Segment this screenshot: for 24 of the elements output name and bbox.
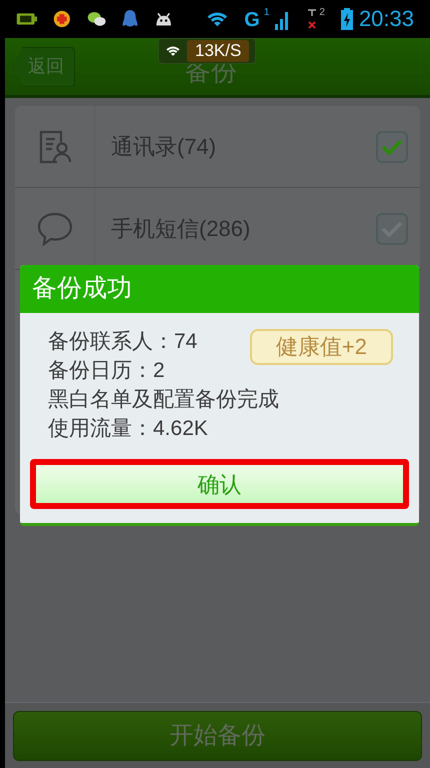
battery-saver-icon	[16, 11, 37, 27]
health-badge: 健康值+2	[250, 329, 393, 365]
checkbox[interactable]	[376, 130, 408, 162]
clock: 20:33	[358, 8, 414, 30]
network-speed: 13K/S	[187, 40, 250, 62]
network-type-label: G	[244, 10, 260, 30]
sim-label: 2	[319, 8, 325, 18]
no-signal-icon	[307, 8, 318, 30]
medical-cross-icon	[52, 8, 71, 30]
chat-bubbles-icon	[86, 9, 106, 29]
confirm-button[interactable]: 确认	[30, 459, 409, 509]
result-line: 黑白名单及配置备份完成	[48, 387, 279, 413]
dialog-title: 备份成功	[32, 273, 132, 304]
result-line: 备份联系人：74	[48, 329, 198, 355]
tick-icon	[381, 138, 403, 156]
robot-head-icon	[154, 10, 174, 28]
result-line: 备份日历：2	[48, 358, 165, 384]
battery-charging-icon	[340, 8, 353, 30]
back-button[interactable]: 返回	[13, 46, 75, 86]
start-backup-button[interactable]: 开始备份	[13, 710, 422, 760]
result-line: 使用流量：4.62K	[48, 416, 208, 442]
wifi-icon	[165, 45, 181, 57]
sim-label: 1	[264, 8, 270, 18]
checkbox[interactable]	[376, 212, 408, 244]
